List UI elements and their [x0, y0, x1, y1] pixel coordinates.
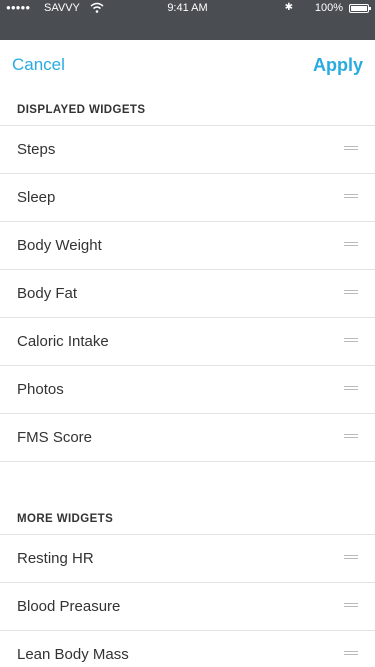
list-item-label: Sleep — [17, 189, 56, 206]
cancel-button[interactable]: Cancel — [12, 55, 65, 75]
list-item[interactable]: Lean Body Mass — [0, 631, 375, 667]
drag-handle-icon[interactable] — [344, 603, 358, 610]
list-item-label: Caloric Intake — [17, 333, 109, 350]
list-item-label: Photos — [17, 381, 64, 398]
list-item[interactable]: Blood Preasure — [0, 583, 375, 631]
battery-fill — [351, 6, 367, 11]
bluetooth-icon: ✱ — [284, 2, 293, 13]
drag-handle-icon[interactable] — [344, 386, 358, 393]
list-item[interactable]: Resting HR — [0, 535, 375, 583]
displayed-widgets-section: DISPLAYED WIDGETS Steps Sleep Body Weigh… — [0, 92, 375, 462]
section-header-more: MORE WIDGETS — [0, 501, 375, 535]
list-item[interactable]: Body Fat — [0, 270, 375, 318]
list-item-label: Body Weight — [17, 237, 102, 254]
more-widgets-section: MORE WIDGETS Resting HR Blood Preasure L… — [0, 501, 375, 667]
list-item-label: Steps — [17, 141, 56, 158]
list-item[interactable]: Steps — [0, 126, 375, 174]
drag-handle-icon[interactable] — [344, 651, 358, 658]
list-item[interactable]: Sleep — [0, 174, 375, 222]
drag-handle-icon[interactable] — [344, 146, 358, 153]
drag-handle-icon[interactable] — [344, 338, 358, 345]
drag-handle-icon[interactable] — [344, 290, 358, 297]
drag-handle-icon[interactable] — [344, 242, 358, 249]
list-item[interactable]: Caloric Intake — [0, 318, 375, 366]
apply-button[interactable]: Apply — [313, 55, 363, 76]
battery-percent: 100% — [314, 2, 343, 14]
list-item-label: Blood Preasure — [17, 598, 121, 615]
screen: ●●●●● SAVVY 9:41 AM ✱ 100% Cancel Apply … — [0, 0, 375, 667]
list-item[interactable]: FMS Score — [0, 414, 375, 462]
section-header-displayed: DISPLAYED WIDGETS — [0, 92, 375, 126]
drag-handle-icon[interactable] — [344, 555, 358, 562]
status-row: ●●●●● SAVVY 9:41 AM ✱ 100% — [0, 0, 375, 20]
nav-bar: Cancel Apply — [0, 40, 375, 92]
drag-handle-icon[interactable] — [344, 194, 358, 201]
list-item-label: Body Fat — [17, 285, 78, 302]
list-item-label: Lean Body Mass — [17, 646, 129, 663]
list-item-label: Resting HR — [17, 550, 94, 567]
list-item-label: FMS Score — [17, 429, 93, 446]
drag-handle-icon[interactable] — [344, 434, 358, 441]
battery-icon — [349, 4, 371, 13]
widget-settings-sheet: Cancel Apply DISPLAYED WIDGETS Steps Sle… — [0, 40, 375, 667]
status-bar: ●●●●● SAVVY 9:41 AM ✱ 100% — [0, 0, 375, 40]
list-item[interactable]: Photos — [0, 366, 375, 414]
list-item[interactable]: Body Weight — [0, 222, 375, 270]
